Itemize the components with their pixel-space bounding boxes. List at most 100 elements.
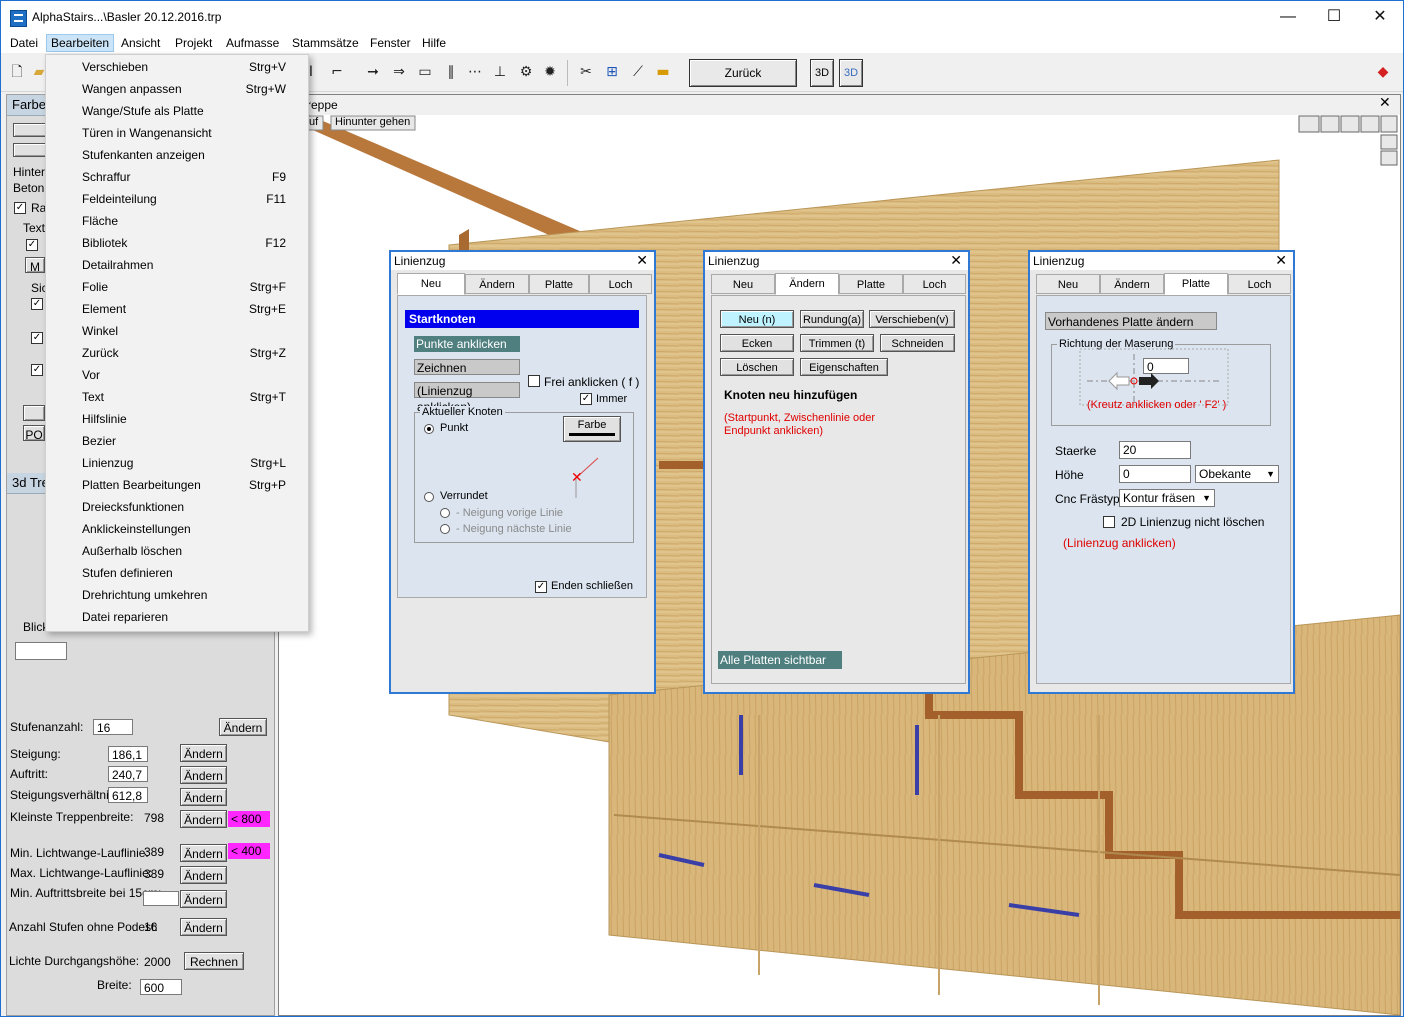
menu-bearbeiten[interactable]: Bearbeiten (45, 34, 115, 52)
menu-hilfe[interactable]: Hilfe (418, 35, 450, 51)
menu-item[interactable]: Fläche (46, 210, 308, 232)
tab-loch[interactable]: Loch (1228, 274, 1291, 294)
anzahl-stufen-ohne-podest-value[interactable]: 16 (140, 918, 180, 934)
parallel-icon[interactable]: ∥ (441, 62, 461, 82)
menu-item[interactable]: Platten Bearbeitungen Strg+P (46, 474, 308, 496)
menu-item[interactable]: Winkel (46, 320, 308, 342)
measure-icon[interactable]: ⊞ (602, 62, 622, 82)
verrundet-radio[interactable] (424, 492, 434, 502)
punkte-anklicken-button[interactable]: Punkte anklicken (414, 336, 520, 352)
minimize-button[interactable]: — (1265, 1, 1311, 33)
neu-n-button[interactable]: Neu (n) (720, 310, 794, 328)
menu-item[interactable]: Wangen anpassen Strg+W (46, 78, 308, 100)
ra-checkbox[interactable]: ✓ (14, 202, 26, 214)
tab-loch[interactable]: Loch (589, 274, 652, 294)
kleinste-treppenbreite-value[interactable]: 798 (140, 809, 180, 825)
tab-aendern[interactable]: Ändern (465, 274, 529, 294)
min-lichtwange-aendern-button[interactable]: Ändern (180, 844, 227, 862)
settings-icon[interactable]: ✹ (540, 62, 560, 82)
menu-aufmasse[interactable]: Aufmasse (222, 35, 283, 51)
tab-aendern[interactable]: Ändern (775, 273, 839, 295)
hoehe-select[interactable]: Obekante ▼ (1195, 465, 1279, 483)
menu-item[interactable]: Feldeinteilung F11 (46, 188, 308, 210)
arrow-right-icon[interactable]: ➞ (363, 62, 383, 82)
min-auftrittsbreite-aendern-button[interactable]: Ändern (180, 890, 227, 908)
steigung-aendern-button[interactable]: Ändern (180, 744, 227, 762)
menu-item[interactable]: Bezier (46, 430, 308, 452)
punkt-radio[interactable] (424, 424, 434, 434)
menu-item[interactable]: Drehrichtung umkehren (46, 584, 308, 606)
menu-item[interactable]: Linienzug Strg+L (46, 452, 308, 474)
steigungsverhaeltnis-input[interactable]: 612,8 (108, 787, 148, 803)
stufenanzahl-aendern-button[interactable]: Ändern (219, 718, 267, 736)
linienzug-anklicken-button[interactable]: (Linienzug anklicken) (414, 382, 520, 414)
menu-item[interactable]: Stufenkanten anzeigen (46, 144, 308, 166)
menu-item[interactable]: Stufen definieren (46, 562, 308, 584)
menu-item[interactable]: Element Strg+E (46, 298, 308, 320)
menu-projekt[interactable]: Projekt (171, 35, 216, 51)
menu-item[interactable]: Vor (46, 364, 308, 386)
steigung-input[interactable]: 186,1 (108, 746, 148, 762)
dialog-close-icon[interactable]: ✕ (950, 252, 962, 270)
view-3d-shaded-button[interactable]: 3D (839, 59, 863, 87)
menu-item[interactable]: Hilfslinie (46, 408, 308, 430)
menu-fenster[interactable]: Fenster (366, 35, 415, 51)
vorhandenes-platte-aendern-button[interactable]: Vorhandenes Platte ändern (1045, 312, 1217, 330)
dialog-close-icon[interactable]: ✕ (1275, 252, 1287, 270)
menu-item[interactable]: Türen in Wangenansicht (46, 122, 308, 144)
maximize-button[interactable]: ☐ (1311, 1, 1357, 33)
m-button[interactable]: M (25, 257, 45, 274)
menu-item[interactable]: Text Strg+T (46, 386, 308, 408)
enden-schliessen-checkbox[interactable]: ✓ (535, 581, 547, 593)
sic-checkbox-1[interactable]: ✓ (31, 298, 43, 310)
breite-input[interactable]: 600 (140, 979, 182, 995)
color-button-2[interactable] (13, 143, 49, 157)
sic-checkbox-2[interactable]: ✓ (31, 332, 43, 344)
max-lichtwange-aendern-button[interactable]: Ändern (180, 866, 227, 884)
frei-anklicken-checkbox[interactable] (528, 375, 540, 387)
menu-item[interactable]: Folie Strg+F (46, 276, 308, 298)
po-button[interactable]: PO (23, 425, 45, 442)
menu-item[interactable]: Wange/Stufe als Platte (46, 100, 308, 122)
drill-icon[interactable]: ⚙ (516, 62, 536, 82)
steigungsverhaeltnis-aendern-button[interactable]: Ändern (180, 788, 227, 806)
menu-item[interactable]: Außerhalb löschen (46, 540, 308, 562)
neigung-vorige-radio[interactable] (440, 508, 450, 518)
min-lichtwange-value[interactable]: 389 (140, 843, 180, 859)
menu-item[interactable]: Verschieben Strg+V (46, 56, 308, 78)
trimmen-button[interactable]: Trimmen (t) (800, 334, 874, 352)
stufenanzahl-input[interactable]: 16 (93, 719, 133, 735)
anzahl-stufen-ohne-podest-aendern-button[interactable]: Ändern (180, 918, 227, 936)
loeschen-button[interactable]: Löschen (720, 358, 794, 376)
baseline-icon[interactable]: ⊥ (490, 62, 510, 82)
view-nav-buttons[interactable] (1298, 115, 1398, 166)
tab-aendern[interactable]: Ändern (1100, 274, 1164, 294)
rechnen-button[interactable]: Rechnen (184, 952, 244, 970)
sic-checkbox-3[interactable]: ✓ (31, 364, 43, 376)
menu-item[interactable]: Schraffur F9 (46, 166, 308, 188)
tab-neu[interactable]: Neu (711, 274, 775, 294)
blank-button[interactable] (23, 405, 45, 421)
zurueck-button[interactable]: Zurück (689, 59, 797, 87)
menu-item[interactable]: Bibliotek F12 (46, 232, 308, 254)
line-icon[interactable]: ⟋ (628, 62, 648, 82)
color-button-1[interactable] (13, 123, 49, 137)
auftritt-aendern-button[interactable]: Ändern (180, 766, 227, 784)
verschieben-button[interactable]: Verschieben(v) (869, 310, 955, 328)
menu-stammsaetze[interactable]: Stammsätze (288, 35, 363, 51)
menu-ansicht[interactable]: Ansicht (117, 35, 164, 51)
rectangle-icon[interactable]: ▭ (415, 62, 435, 82)
auftritt-input[interactable]: 240,7 (108, 766, 148, 782)
tab-neu[interactable]: Neu (397, 273, 465, 295)
plank-icon[interactable]: ▬ (653, 62, 673, 82)
ecken-button[interactable]: Ecken (720, 334, 794, 352)
new-file-icon[interactable]: 🗋 (7, 62, 27, 82)
cnc-fraestyp-select[interactable]: Kontur fräsen ▼ (1119, 489, 1215, 507)
menu-item[interactable]: Dreiecksfunktionen (46, 496, 308, 518)
view-3d-button[interactable]: 3D (810, 59, 834, 87)
viewport-tab-lauf[interactable]: uf (309, 116, 318, 128)
rundung-button[interactable]: Rundung(a) (800, 310, 864, 328)
double-arrow-icon[interactable]: ⇒ (389, 62, 409, 82)
tab-platte[interactable]: Platte (839, 274, 903, 294)
stair-icon[interactable]: ⌐ (327, 62, 347, 82)
